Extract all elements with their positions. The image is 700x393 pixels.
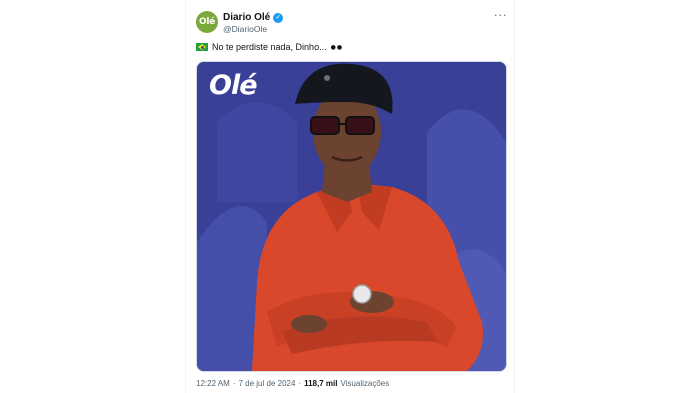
tweet-metadata: 12:22 AM · 7 de jul de 2024 · 118,7 mil … <box>196 379 389 388</box>
views-label: Visualizações <box>340 379 390 388</box>
brazil-flag-icon <box>196 43 208 51</box>
tweet-time[interactable]: 12:22 AM <box>196 379 230 388</box>
tweet-text: No te perdiste nada, Dinho... ●● <box>196 42 343 52</box>
meta-separator: · <box>232 379 236 388</box>
media-watermark-logo: Olé <box>209 70 258 101</box>
avatar[interactable]: Olé <box>196 11 218 33</box>
media-photo <box>197 62 506 371</box>
author-name-row: Diario Olé ✓ <box>223 12 284 23</box>
tweet: Olé Diario Olé ✓ @DiarioOle ··· No te pe… <box>186 0 514 393</box>
author-display-name[interactable]: Diario Olé <box>223 12 270 23</box>
tweet-date[interactable]: 7 de jul de 2024 <box>238 379 295 388</box>
eyes-emoji-icon: ●● <box>330 43 344 51</box>
meta-separator-2: · <box>298 379 302 388</box>
more-options-icon[interactable]: ··· <box>494 9 508 22</box>
author-handle[interactable]: @DiarioOle <box>223 24 267 34</box>
views-count: 118,7 mil <box>304 379 338 388</box>
avatar-text: Olé <box>199 17 215 27</box>
page-divider-right <box>514 0 515 393</box>
verified-badge-icon: ✓ <box>273 12 284 23</box>
tweet-text-body: No te perdiste nada, Dinho... <box>212 42 327 52</box>
tweet-media-image[interactable]: Olé <box>196 61 507 372</box>
